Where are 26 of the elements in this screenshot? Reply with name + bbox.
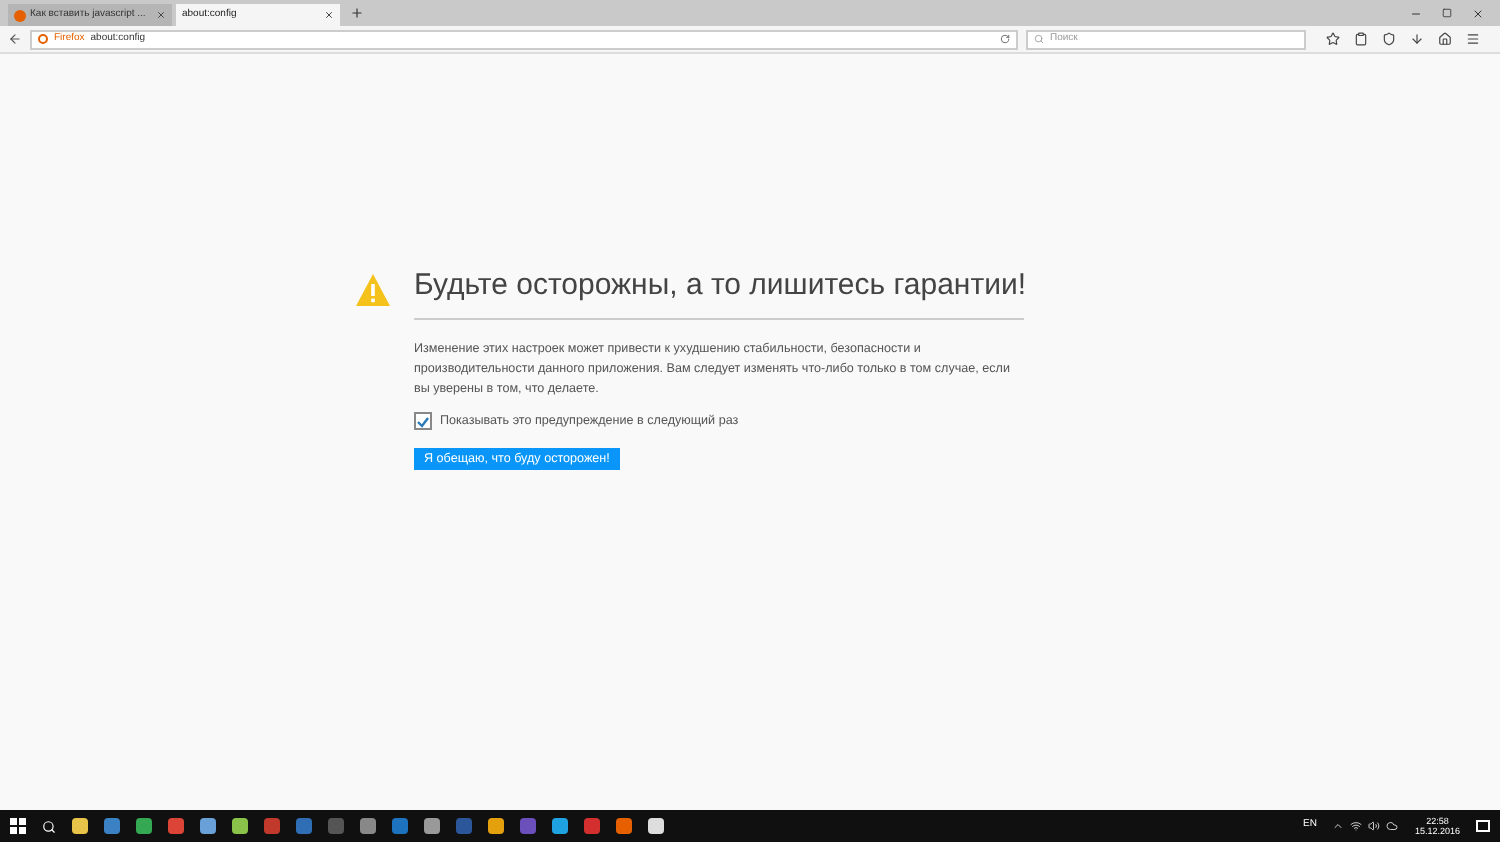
notifications-icon[interactable] — [1476, 820, 1490, 832]
new-tab-icon[interactable] — [350, 6, 364, 20]
warning-icon — [356, 274, 390, 306]
download-icon[interactable] — [1410, 32, 1424, 46]
maximize-icon[interactable] — [1442, 7, 1452, 17]
firefox-icon — [38, 34, 48, 44]
shield-icon[interactable] — [1382, 32, 1396, 46]
clipboard-icon[interactable] — [1354, 32, 1368, 46]
chevron-up-icon[interactable] — [1332, 820, 1345, 832]
cloud-icon[interactable] — [1386, 820, 1399, 832]
checkbox[interactable] — [414, 412, 432, 431]
search-icon — [1034, 34, 1044, 44]
checkmark-icon — [416, 415, 430, 428]
firefox-icon — [14, 9, 26, 21]
search-icon[interactable] — [42, 819, 56, 833]
windows-icon[interactable] — [10, 818, 26, 834]
star-icon[interactable] — [1326, 32, 1340, 46]
wifi-icon[interactable] — [1350, 820, 1363, 832]
warning-title: Будьте осторожны, а то лишитесь гарантии! — [414, 268, 1026, 302]
home-icon[interactable] — [1438, 32, 1452, 46]
minimize-icon[interactable] — [1410, 7, 1422, 19]
close-icon[interactable] — [1472, 7, 1484, 19]
speaker-icon[interactable] — [1368, 820, 1381, 832]
back-icon[interactable] — [8, 32, 22, 46]
menu-icon[interactable] — [1466, 32, 1480, 46]
reload-icon[interactable] — [1000, 34, 1010, 44]
